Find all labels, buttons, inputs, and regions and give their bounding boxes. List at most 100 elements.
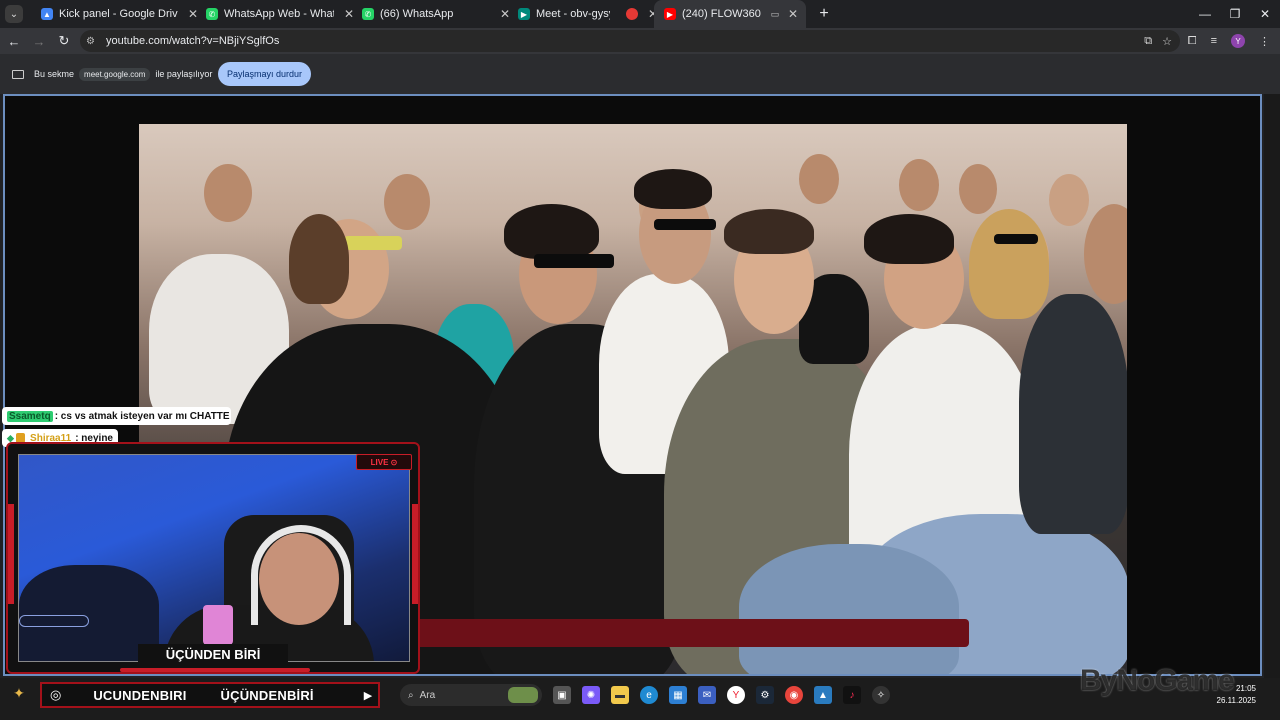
stop-sharing-button[interactable]: Paylaşmayı durdur xyxy=(218,62,311,86)
sunglasses xyxy=(534,254,614,268)
tab-title: WhatsApp Web - WhatsApp Bi xyxy=(224,8,334,20)
page-scrollbar[interactable] xyxy=(1264,94,1280,684)
webcam-feed xyxy=(18,454,410,662)
close-icon[interactable]: ✕ xyxy=(342,7,356,21)
streamer-face xyxy=(259,533,339,625)
live-indicator: LIVE ⊙ xyxy=(356,454,412,470)
install-icon[interactable]: ⧉ xyxy=(1144,35,1152,48)
tab-strip: ⌄ ▲ Kick panel - Google Drive ✕ ✆ WhatsA… xyxy=(0,0,1280,28)
chat-message: Ssametq : cs vs atmak isteyen var mı CHA… xyxy=(2,407,231,425)
system-tray-clock[interactable]: 21:05 26.11.2025 xyxy=(1217,683,1256,707)
chrome-icon[interactable]: ◉ xyxy=(785,686,803,704)
copilot-icon[interactable]: ✺ xyxy=(582,686,600,704)
close-window-icon[interactable]: ✕ xyxy=(1250,0,1280,28)
taskbar-search[interactable]: ⌕ Ara xyxy=(400,684,542,706)
task-view-icon[interactable]: ▣ xyxy=(553,686,571,704)
menu-icon[interactable]: ⋮ xyxy=(1259,35,1270,48)
tab-whatsapp-web[interactable]: ✕ ✆ WhatsApp Web - WhatsApp Bi xyxy=(184,0,340,28)
hair xyxy=(504,204,599,259)
frame-accent xyxy=(8,504,14,604)
tab-whatsapp[interactable]: ✕ ✆ (66) WhatsApp xyxy=(340,0,496,28)
maximize-icon[interactable]: ❐ xyxy=(1220,0,1250,28)
pink-cup xyxy=(203,605,233,645)
bookmark-star-icon[interactable]: ☆ xyxy=(1162,35,1172,48)
hair xyxy=(724,209,814,254)
steam-icon[interactable]: ⚙ xyxy=(756,686,774,704)
tab-title: Meet - obv-gysy-csr xyxy=(536,8,610,20)
close-icon[interactable]: ✕ xyxy=(498,7,512,21)
toolbar-actions: ⧠ ≡ Y ⋮ xyxy=(1188,28,1270,54)
webcam-overlay: LIVE ⊙ ÜÇÜNDEN BİRİ xyxy=(6,442,420,674)
youtube-icon: ▶ xyxy=(664,8,676,20)
search-highlight-icon xyxy=(508,687,538,703)
store-icon[interactable]: ▦ xyxy=(669,686,687,704)
file-explorer-icon[interactable]: ▬ xyxy=(611,686,629,704)
sunglasses xyxy=(344,236,402,250)
instagram-icon: ◎ xyxy=(50,687,62,702)
youtube-icon: ▶ xyxy=(363,689,373,702)
browser-toolbar: ← → ↻ ⚙ youtube.com/watch?v=NBjiYSglfOs … xyxy=(0,28,1280,54)
sunglasses xyxy=(654,219,716,230)
tab-title: (66) WhatsApp xyxy=(380,8,454,20)
audience-face xyxy=(204,164,252,222)
hair xyxy=(864,214,954,264)
tab-search-button[interactable]: ⌄ xyxy=(5,5,23,23)
reload-icon[interactable]: ↻ xyxy=(53,33,75,49)
audience-face xyxy=(959,164,997,214)
tab-recording[interactable]: ✕ xyxy=(616,0,658,28)
app-icon-settings[interactable]: ✧ xyxy=(872,686,890,704)
screen: ⌄ ▲ Kick panel - Google Drive ✕ ✆ WhatsA… xyxy=(0,0,1280,720)
edge-icon[interactable]: e xyxy=(640,686,658,704)
app-icon[interactable]: ✉ xyxy=(698,686,716,704)
sharing-prefix: Bu sekme xyxy=(34,69,75,79)
social-bar: ◎ UCUNDENBIRI ÜÇÜNDENBİRİ ▶ xyxy=(40,682,380,708)
tiktok-icon[interactable]: ♪ xyxy=(843,686,861,704)
cable xyxy=(19,615,89,627)
drive-icon: ▲ xyxy=(41,8,53,20)
site-info-icon[interactable]: ⚙ xyxy=(86,36,100,47)
audience-legs xyxy=(739,544,959,674)
photos-icon[interactable]: ▲ xyxy=(814,686,832,704)
watermark-logo: ByNoGame xyxy=(1080,664,1235,697)
forward-icon[interactable]: → xyxy=(28,34,50,49)
extensions-icon[interactable]: ⧠ xyxy=(1188,35,1197,48)
hair xyxy=(289,214,349,304)
audience-body xyxy=(1019,294,1127,534)
profile-avatar[interactable]: Y xyxy=(1231,34,1245,48)
clock-date: 26.11.2025 xyxy=(1216,696,1256,705)
tab-google-drive[interactable]: ▲ Kick panel - Google Drive xyxy=(31,0,184,28)
search-icon: ⌕ xyxy=(408,689,414,701)
close-icon[interactable]: ✕ xyxy=(186,7,200,21)
tab-meet[interactable]: ✕ ▶ Meet - obv-gysy-csr xyxy=(496,0,616,28)
omnibox-actions: ⧉ ☆ xyxy=(1144,30,1172,52)
sharing-domain: meet.google.com xyxy=(79,67,151,81)
reading-list-icon[interactable]: ≡ xyxy=(1211,35,1217,47)
hair xyxy=(634,169,712,209)
cast-icon: ▭ xyxy=(770,8,780,19)
sharing-suffix: ile paylaşılıyor xyxy=(155,69,213,79)
sunglasses xyxy=(994,234,1038,244)
hair xyxy=(969,209,1049,319)
new-tab-button[interactable]: + xyxy=(814,5,834,23)
name-underline xyxy=(120,668,310,672)
yandex-icon[interactable]: Y xyxy=(727,686,745,704)
url-text[interactable]: youtube.com/watch?v=NBjiYSglfOs xyxy=(106,35,279,47)
tab-youtube-active[interactable]: ▶ (240) FLOW360 | 1. Sezon 1 ▭ ✕ xyxy=(654,0,806,28)
search-placeholder: Ara xyxy=(419,689,436,701)
sharing-message: Bu sekme meet.google.com ile paylaşılıyo… xyxy=(34,67,213,81)
clock-time: 21:05 xyxy=(1235,684,1256,693)
audience-face xyxy=(1049,174,1089,226)
address-bar[interactable]: ⚙ youtube.com/watch?v=NBjiYSglfOs ⧉ ☆ xyxy=(80,30,1180,52)
tab-title: Kick panel - Google Drive xyxy=(59,8,178,20)
minimize-icon[interactable]: — xyxy=(1190,0,1220,28)
chat-username: Ssametq xyxy=(7,410,53,422)
meet-icon: ▶ xyxy=(518,8,530,20)
back-icon[interactable]: ← xyxy=(3,34,25,49)
streamer-name: ÜÇÜNDEN BİRİ xyxy=(138,644,288,666)
close-icon[interactable]: ✕ xyxy=(786,7,800,21)
weather-icon[interactable]: ✦ xyxy=(10,684,28,702)
tab-sharing-bar: Bu sekme meet.google.com ile paylaşılıyo… xyxy=(0,54,1280,94)
recording-icon xyxy=(626,8,638,20)
social-handle: ÜÇÜNDENBİRİ xyxy=(220,687,314,703)
audience-face xyxy=(799,154,839,204)
